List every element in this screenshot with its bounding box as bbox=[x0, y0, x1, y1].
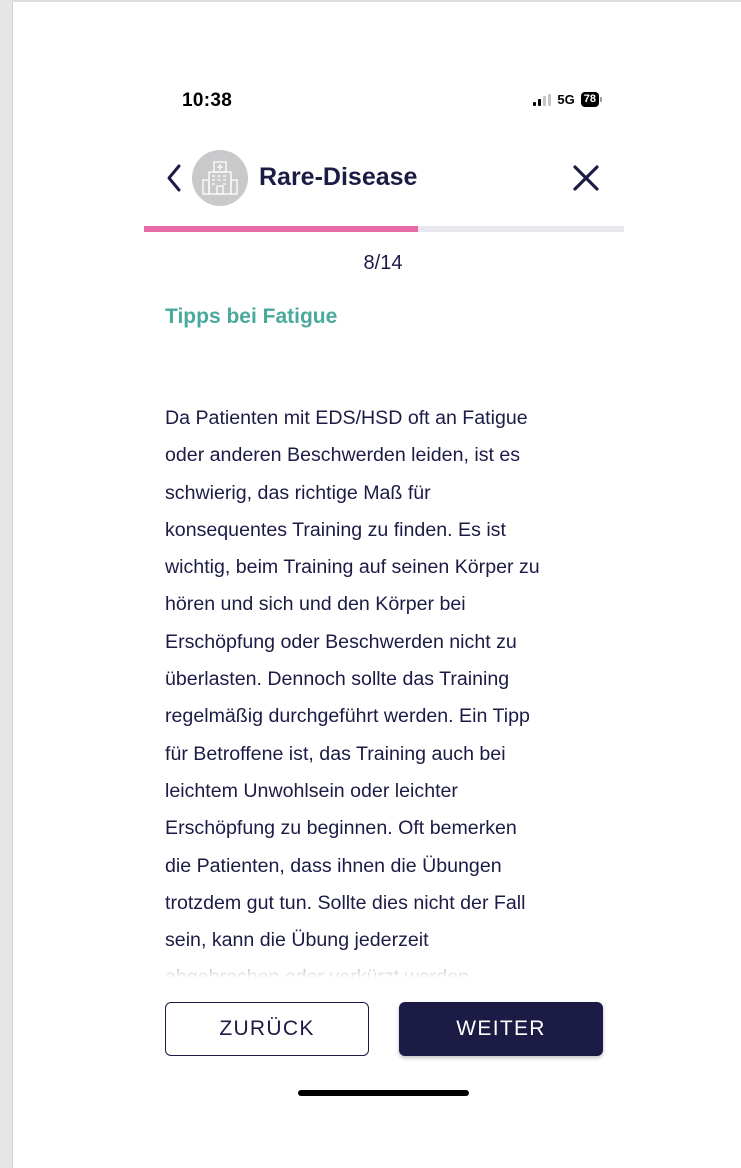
avatar bbox=[192, 150, 248, 206]
close-icon bbox=[573, 165, 599, 191]
hospital-icon bbox=[202, 161, 238, 195]
body-text-line: schwierig, das richtige Maß für bbox=[165, 481, 431, 504]
section-title: Tipps bei Fatigue bbox=[165, 305, 338, 328]
battery-icon: 78 bbox=[580, 92, 602, 107]
battery-level: 78 bbox=[580, 92, 599, 107]
phone-screen: 10:38 5G 78 Rare-Disease 8/14 Tipps bei … bbox=[144, 80, 624, 1100]
body-text-line: konsequentes Training zu finden. Es ist bbox=[165, 518, 506, 541]
body-text: Da Patienten mit EDS/HSD oft an Fatigue o… bbox=[165, 400, 605, 978]
body-text-line: wichtig, beim Training auf seinen Körper… bbox=[165, 556, 540, 579]
body-text-line: die Patienten, dass ihnen die Übungen bbox=[165, 854, 502, 877]
body-text-line: regelmäßig durchgeführt werden. Ein Tipp bbox=[165, 705, 530, 728]
status-time: 10:38 bbox=[182, 90, 233, 111]
progress-bar bbox=[144, 226, 624, 232]
body-text-line: Erschöpfung oder Beschwerden nicht zu bbox=[165, 630, 517, 653]
back-step-button[interactable]: ZURÜCK bbox=[165, 1002, 369, 1056]
back-button[interactable] bbox=[162, 162, 186, 194]
body-text-line: leichtem Unwohlsein oder leichter bbox=[165, 779, 458, 802]
body-text-line: für Betroffene ist, das Training auch be… bbox=[165, 742, 506, 765]
chevron-left-icon bbox=[167, 164, 181, 192]
body-text-line: Erschöpfung zu beginnen. Oft bemerken bbox=[165, 817, 517, 840]
window-left-edge bbox=[0, 0, 13, 1168]
network-label: 5G bbox=[557, 92, 575, 107]
step-counter: 8/14 bbox=[363, 252, 403, 274]
progress-bar-fill bbox=[144, 226, 419, 232]
body-text-line: trotzdem gut tun. Sollte dies nicht der … bbox=[165, 891, 526, 914]
status-indicators: 5G 78 bbox=[533, 92, 602, 107]
page-title: Rare-Disease bbox=[259, 163, 418, 191]
home-indicator[interactable] bbox=[298, 1090, 469, 1096]
window-top-edge bbox=[12, 0, 741, 2]
body-text-line: oder anderen Beschwerden leiden, ist es bbox=[165, 444, 521, 467]
app-header: Rare-Disease bbox=[144, 150, 624, 208]
body-text-line: überlasten. Dennoch sollte das Training bbox=[165, 668, 510, 691]
next-step-button[interactable]: WEITER bbox=[399, 1002, 603, 1056]
signal-icon bbox=[533, 93, 552, 106]
body-text-line: Da Patienten mit EDS/HSD oft an Fatigue bbox=[165, 407, 528, 429]
close-button[interactable] bbox=[570, 162, 602, 194]
body-text-line: sein, kann die Übung jederzeit bbox=[165, 929, 429, 952]
scroll-fade bbox=[165, 964, 605, 978]
body-text-line: hören und sich und den Körper bei bbox=[165, 593, 466, 616]
content-scroll-area[interactable]: Da Patienten mit EDS/HSD oft an Fatigue o… bbox=[165, 400, 605, 978]
